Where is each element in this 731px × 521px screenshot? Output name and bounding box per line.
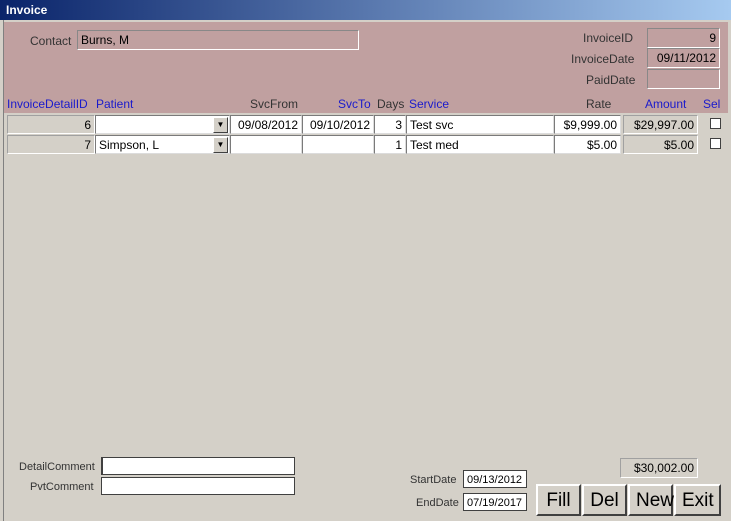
del-button[interactable]: Del: [582, 484, 627, 516]
svc-from-field[interactable]: [230, 135, 302, 154]
col-sel: Sel: [703, 97, 721, 111]
service-field[interactable]: Test med: [406, 135, 554, 154]
svc-to-field[interactable]: [302, 135, 374, 154]
end-date-label: EndDate: [416, 497, 459, 509]
svc-to-field[interactable]: 09/10/2012: [302, 115, 374, 134]
col-patient: Patient: [96, 97, 134, 111]
pvt-comment-label: PvtComment: [30, 481, 94, 493]
contact-field[interactable]: Burns, M: [77, 30, 359, 50]
paid-date-field[interactable]: [647, 69, 720, 89]
col-amount: Amount: [645, 97, 687, 111]
patient-value: Simpson, L: [99, 138, 160, 152]
exit-button[interactable]: Exit: [674, 484, 721, 516]
detail-comment-label: DetailComment: [19, 461, 95, 473]
row-id-cell[interactable]: 7: [7, 135, 95, 154]
col-svc-to: SvcTo: [338, 97, 371, 111]
rate-field[interactable]: $9,999.00: [554, 115, 621, 134]
chevron-down-icon[interactable]: ▼: [213, 117, 228, 133]
chevron-down-icon[interactable]: ▼: [213, 137, 228, 153]
sel-checkbox[interactable]: [710, 138, 721, 149]
end-date-field[interactable]: 07/19/2017: [463, 493, 527, 511]
detail-comment-field[interactable]: [101, 457, 295, 475]
start-date-label: StartDate: [410, 474, 457, 486]
sel-checkbox[interactable]: [710, 118, 721, 129]
row-id-cell[interactable]: 6: [7, 115, 95, 134]
service-field[interactable]: Test svc: [406, 115, 554, 134]
invoice-id-label: InvoiceID: [583, 31, 634, 45]
days-field[interactable]: 3: [374, 115, 406, 134]
contact-label: Contact: [30, 34, 72, 48]
col-invoice-detail-id: InvoiceDetailID: [7, 97, 88, 111]
col-days: Days: [377, 97, 405, 111]
start-date-field[interactable]: 09/13/2012: [463, 470, 527, 488]
patient-combo[interactable]: ▼: [95, 115, 230, 134]
invoice-window: Invoice Contact Burns, M InvoiceID 9 Inv…: [0, 0, 731, 521]
total-amount: $30,002.00: [620, 458, 698, 478]
col-svc-from: SvcFrom: [250, 97, 298, 111]
invoice-date-field[interactable]: 09/11/2012: [647, 48, 720, 68]
amount-cell: $5.00: [623, 135, 698, 154]
amount-cell: $29,997.00: [623, 115, 698, 134]
invoice-id-field[interactable]: 9: [647, 28, 720, 48]
col-rate: Rate: [586, 97, 612, 111]
fill-button[interactable]: Fill: [536, 484, 581, 516]
svc-from-field[interactable]: 09/08/2012: [230, 115, 302, 134]
window-title: Invoice: [6, 3, 48, 17]
patient-combo[interactable]: Simpson, L ▼: [95, 135, 230, 154]
paid-date-label: PaidDate: [586, 73, 636, 87]
days-field[interactable]: 1: [374, 135, 406, 154]
title-bar[interactable]: Invoice: [0, 0, 731, 20]
new-button[interactable]: New: [628, 484, 674, 516]
col-service: Service: [409, 97, 450, 111]
invoice-date-label: InvoiceDate: [571, 52, 635, 66]
pvt-comment-field[interactable]: [101, 477, 295, 495]
rate-field[interactable]: $5.00: [554, 135, 621, 154]
